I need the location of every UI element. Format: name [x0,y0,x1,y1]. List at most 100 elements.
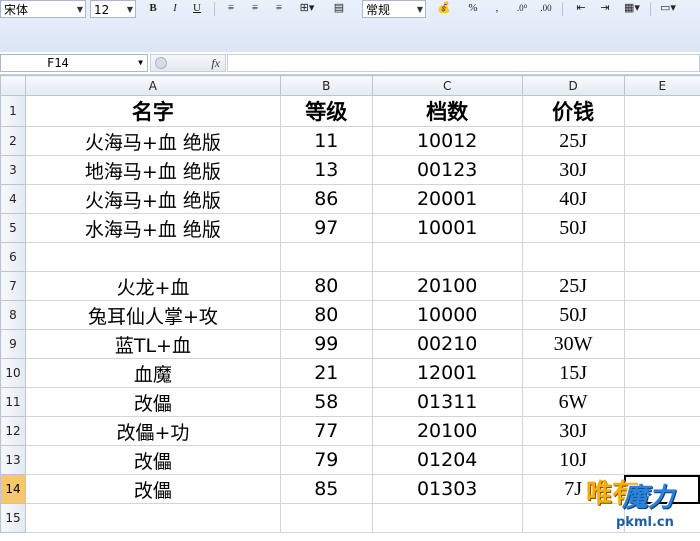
cell-grade[interactable]: 00210 [371,329,523,359]
row-header[interactable]: 6 [0,242,26,272]
row-header[interactable]: 8 [0,300,26,330]
row-header[interactable]: 11 [0,387,26,417]
row-header[interactable]: 15 [0,503,26,533]
row-header[interactable]: 14 [0,474,26,504]
merge-center-icon[interactable]: ⊞▾ [294,0,320,16]
insert-function-button[interactable]: fx [211,55,220,71]
decrease-decimal-icon[interactable]: .00 [536,0,556,16]
number-format-select[interactable]: 常规 ▼ [362,0,426,18]
column-header-b[interactable]: B [279,75,373,96]
wrap-icon[interactable]: ▤ [330,0,348,16]
cell-name[interactable]: 蓝TL+血 [24,329,281,359]
percent-button[interactable]: % [464,0,482,16]
cell-e[interactable] [623,213,700,243]
cell-level[interactable] [279,503,373,533]
cell-grade[interactable]: 10000 [371,300,523,330]
cell-name[interactable]: 火海马+血 绝版 [24,184,281,214]
cell-name[interactable]: 改儡+功 [24,416,281,446]
cell-e[interactable] [623,445,700,475]
cell-grade[interactable]: 00123 [371,155,523,185]
row-header[interactable]: 1 [0,95,26,127]
cell-name[interactable] [24,242,281,272]
cell-price[interactable]: 价钱 [521,95,625,127]
column-header-d[interactable]: D [521,75,625,96]
cell-price[interactable]: 30J [521,155,625,185]
cell-level[interactable]: 99 [279,329,373,359]
cell-name[interactable]: 火海马+血 绝版 [24,126,281,156]
increase-decimal-icon[interactable]: .0⁰ [512,0,532,16]
column-header-e[interactable]: E [623,75,700,96]
cell-price[interactable] [521,242,625,272]
cell-name[interactable]: 血魔 [24,358,281,388]
align-center-icon[interactable]: ≡ [246,0,264,16]
row-header[interactable]: 4 [0,184,26,214]
cell-grade[interactable] [371,242,523,272]
cell-grade[interactable]: 20001 [371,184,523,214]
cell-name[interactable]: 水海马+血 绝版 [24,213,281,243]
cell-level[interactable] [279,242,373,272]
cell-price[interactable]: 10J [521,445,625,475]
cell-grade[interactable]: 01311 [371,387,523,417]
font-size-select[interactable]: 12 ▼ [90,0,136,18]
row-header[interactable]: 5 [0,213,26,243]
cell-grade[interactable]: 档数 [371,95,523,127]
cell-e[interactable] [623,387,700,417]
cell-e[interactable] [623,95,700,127]
decrease-indent-icon[interactable]: ⇤ [572,0,590,16]
cell-grade[interactable]: 01204 [371,445,523,475]
bold-button[interactable]: B [144,0,162,16]
cell-price[interactable]: 25J [521,126,625,156]
cell-price[interactable]: 6W [521,387,625,417]
row-header[interactable]: 13 [0,445,26,475]
cell-level[interactable]: 等级 [279,95,373,127]
cell-e[interactable] [623,358,700,388]
cell-e[interactable] [623,300,700,330]
align-right-icon[interactable]: ≡ [270,0,288,16]
cell-price[interactable]: 30W [521,329,625,359]
cell-e[interactable] [623,184,700,214]
row-header[interactable]: 3 [0,155,26,185]
cell-grade[interactable]: 01303 [371,474,523,504]
cell-name[interactable] [24,503,281,533]
cell-e[interactable] [623,242,700,272]
italic-button[interactable]: I [166,0,184,16]
cell-grade[interactable]: 20100 [371,271,523,301]
cell-price[interactable]: 40J [521,184,625,214]
cell-level[interactable]: 79 [279,445,373,475]
row-header[interactable]: 7 [0,271,26,301]
cell-level[interactable]: 21 [279,358,373,388]
cell-price[interactable]: 50J [521,213,625,243]
align-left-icon[interactable]: ≡ [222,0,240,16]
cell-name[interactable]: 名字 [24,95,281,127]
cell-level[interactable]: 77 [279,416,373,446]
cell-name[interactable]: 地海马+血 绝版 [24,155,281,185]
cell-grade[interactable]: 10012 [371,126,523,156]
cell-e[interactable] [623,155,700,185]
column-header-a[interactable]: A [24,75,281,96]
cell-e[interactable] [623,416,700,446]
cell-grade[interactable]: 10001 [371,213,523,243]
column-header-c[interactable]: C [371,75,523,96]
cell-level[interactable]: 11 [279,126,373,156]
cell-price[interactable]: 30J [521,416,625,446]
cell-e[interactable] [623,271,700,301]
cell-grade[interactable]: 12001 [371,358,523,388]
cell-level[interactable]: 86 [279,184,373,214]
cell-name[interactable]: 改儡 [24,445,281,475]
cell-e[interactable] [623,329,700,359]
fill-color-icon[interactable]: ▭▾ [656,0,680,16]
cell-name[interactable]: 改儡 [24,387,281,417]
row-header[interactable]: 2 [0,126,26,156]
formula-input[interactable] [227,54,700,72]
cell-level[interactable]: 80 [279,271,373,301]
cell-price[interactable]: 50J [521,300,625,330]
cell-grade[interactable]: 20100 [371,416,523,446]
cell-level[interactable]: 80 [279,300,373,330]
cell-name[interactable]: 兔耳仙人掌+攻 [24,300,281,330]
select-all-corner[interactable] [0,75,26,96]
cell-level[interactable]: 58 [279,387,373,417]
cell-level[interactable]: 13 [279,155,373,185]
cell-grade[interactable] [371,503,523,533]
row-header[interactable]: 10 [0,358,26,388]
cell-name[interactable]: 火龙+血 [24,271,281,301]
